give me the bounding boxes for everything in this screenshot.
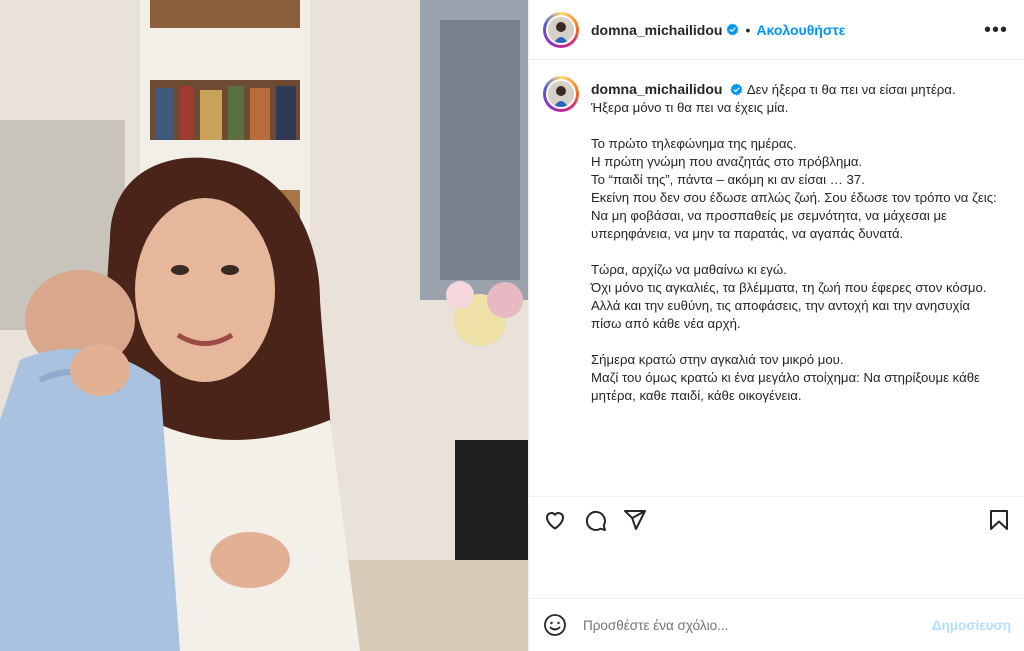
share-icon[interactable]: [623, 508, 647, 532]
caption-paragraph: Σήμερα κρατώ στην αγκαλιά τον μικρό μου.…: [591, 351, 999, 405]
caption-text: domna_michailidou Δεν ήξερα τι θα πει να…: [591, 80, 999, 496]
caption-line: Η πρώτη γνώμη που αναζητάς στο πρόβλημα.: [591, 154, 863, 169]
caption-line: Να μη φοβάσαι, να προσπαθείς με σεμνότητ…: [591, 208, 947, 241]
profile-picture: [548, 16, 574, 43]
header-username[interactable]: domna_michailidou: [591, 22, 722, 38]
more-horizontal-icon[interactable]: •••: [984, 20, 1008, 40]
profile-picture: [548, 81, 574, 107]
caption: domna_michailidou Δεν ήξερα τι θα πει να…: [529, 60, 1024, 496]
post-comment-button[interactable]: Δημοσίευση: [932, 618, 1011, 633]
comment-input[interactable]: [581, 616, 932, 634]
avatar[interactable]: [543, 11, 579, 48]
caption-line: Όχι μόνο τις αγκαλιές, τα βλέμματα, τη ζ…: [591, 280, 987, 331]
post-header: domna_michailidou • Ακολουθήστε •••: [529, 0, 1024, 60]
follow-button[interactable]: Ακολουθήστε: [756, 22, 845, 38]
separator-dot: •: [745, 21, 751, 38]
caption-paragraph: domna_michailidou Δεν ήξερα τι θα πει να…: [591, 80, 999, 117]
caption-line: Δεν ήξερα τι θα πει να είσαι μητέρα.: [746, 82, 956, 97]
verified-badge-icon: [726, 23, 739, 36]
caption-line: Σήμερα κρατώ στην αγκαλιά τον μικρό μου.: [591, 352, 844, 367]
caption-line: Το “παιδί της”, πάντα – ακόμη κι αν είσα…: [591, 172, 865, 187]
comment-icon[interactable]: [583, 508, 607, 532]
bookmark-icon[interactable]: [987, 508, 1011, 532]
caption-line: Μαζί του όμως κρατώ κι ένα μεγάλο στοίχη…: [591, 370, 980, 403]
post-photo-illustration: [0, 0, 528, 651]
instagram-post: domna_michailidou • Ακολουθήστε ••• domn…: [0, 0, 1024, 651]
caption-line: Εκείνη που δεν σου έδωσε απλώς ζωή. Σου …: [591, 190, 997, 205]
post-sidebar: domna_michailidou • Ακολουθήστε ••• domn…: [528, 0, 1024, 651]
action-bar: [529, 496, 1024, 542]
comment-bar: Δημοσίευση: [529, 598, 1024, 651]
caption-line: Ήξερα μόνο τι θα πει να έχεις μία.: [591, 100, 789, 115]
caption-paragraph: Τώρα, αρχίζω να μαθαίνω κι εγώ. Όχι μόνο…: [591, 261, 999, 333]
verified-badge-icon: [730, 83, 743, 96]
caption-line: Το πρώτο τηλεφώνημα της ημέρας.: [591, 136, 797, 151]
post-photo[interactable]: [0, 0, 528, 651]
caption-username[interactable]: domna_michailidou: [591, 81, 722, 97]
heart-icon[interactable]: [543, 508, 567, 532]
emoji-icon[interactable]: [543, 613, 567, 637]
caption-paragraph: Το πρώτο τηλεφώνημα της ημέρας. Η πρώτη …: [591, 135, 999, 243]
caption-avatar[interactable]: [543, 76, 579, 112]
caption-line: Τώρα, αρχίζω να μαθαίνω κι εγώ.: [591, 262, 787, 277]
